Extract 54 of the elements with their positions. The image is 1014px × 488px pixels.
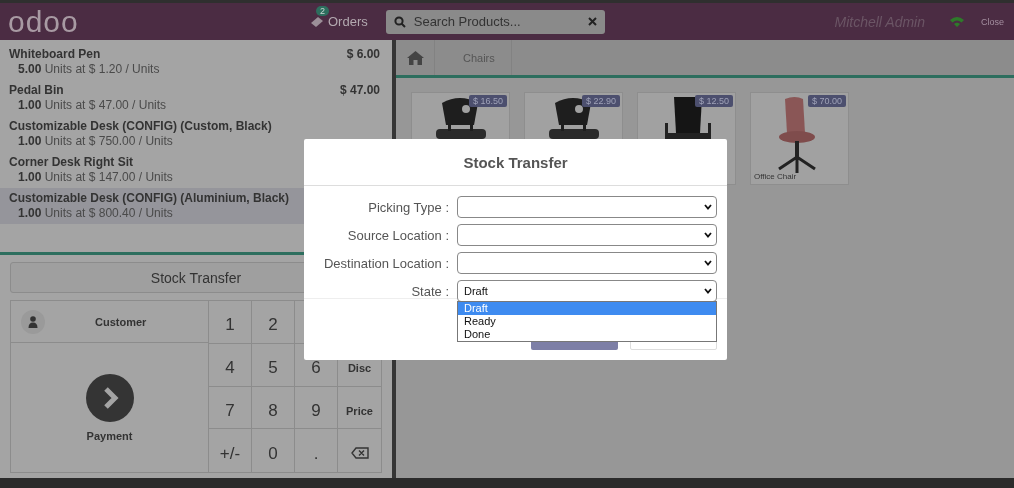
chevron-right-icon [85, 373, 134, 422]
product-name: Customizable Desk (CONFIG) (Aluminium, Black) [9, 191, 290, 205]
order-line[interactable]: Whiteboard Pen $ 6.00 5.00 Units at $ 1.20 / Units [0, 44, 392, 80]
order-line[interactable]: Pedal Bin $ 47.00 1.00 Units at $ 47.00 / Units [0, 80, 392, 116]
orders-count: 2 [316, 6, 329, 16]
price-tag: $ 70.00 [807, 95, 846, 107]
line-details: 1.00 Units at $ 47.00 / Units [17, 98, 168, 112]
payment-button[interactable]: Payment [11, 343, 208, 472]
field-label: State : [410, 283, 449, 299]
keypad-key[interactable]: 2 [252, 301, 295, 344]
product-name: Whiteboard Pen [9, 47, 101, 61]
select-field[interactable]: Draft [457, 280, 717, 302]
chevron-icon [704, 204, 712, 210]
keypad-key[interactable]: 5 [252, 343, 295, 387]
backspace-icon [350, 447, 369, 460]
chevron-icon [704, 288, 712, 294]
price-tag: $ 22.90 [581, 95, 620, 107]
product-name: Pedal Bin [9, 83, 64, 97]
line-price: $ 6.00 [346, 47, 380, 61]
keypad-key[interactable]: 1 [209, 301, 252, 344]
line-details: 5.00 Units at $ 1.20 / Units [17, 62, 161, 76]
search-field[interactable]: Search Products... [385, 9, 605, 34]
keypad-key[interactable]: 7 [209, 386, 252, 430]
product-name: Customizable Desk (CONFIG) (Custom, Black) [9, 119, 272, 133]
logo: odoo [8, 4, 80, 39]
dropdown-option[interactable]: Done [458, 328, 716, 341]
select-field[interactable] [457, 252, 717, 274]
field-label: Source Location : [346, 227, 449, 243]
wifi-icon [949, 15, 965, 28]
keypad-key[interactable]: 4 [209, 343, 252, 387]
line-details: 1.00 Units at $ 750.00 / Units [17, 134, 174, 148]
keypad-key[interactable]: 8 [252, 386, 295, 430]
select-field[interactable] [457, 196, 717, 218]
chevron-icon [704, 232, 712, 238]
search-icon [393, 15, 406, 28]
product-name: Corner Desk Right Sit [9, 155, 134, 169]
dropdown-option[interactable]: Draft [458, 302, 716, 315]
keypad-key[interactable]: 9 [295, 386, 338, 430]
product-card[interactable]: $ 70.00 Office Chair [750, 92, 849, 185]
line-details: 1.00 Units at $ 147.00 / Units [17, 170, 174, 184]
dialog-title: Stock Transfer [304, 139, 727, 186]
customer-button[interactable]: Customer [11, 301, 208, 343]
close-button[interactable]: Close [981, 16, 1004, 27]
ticket-icon [310, 15, 324, 28]
select-field[interactable] [457, 224, 717, 246]
price-tag: $ 16.50 [468, 95, 507, 107]
chevron-icon [704, 260, 712, 266]
line-price: $ 47.00 [339, 83, 380, 97]
close-icon[interactable] [587, 17, 597, 26]
person-icon [28, 315, 38, 328]
dropdown-option[interactable]: Ready [458, 315, 716, 328]
price-tag: $ 12.50 [694, 95, 733, 107]
product-name: Office Chair [754, 172, 797, 181]
home-icon [406, 50, 424, 65]
